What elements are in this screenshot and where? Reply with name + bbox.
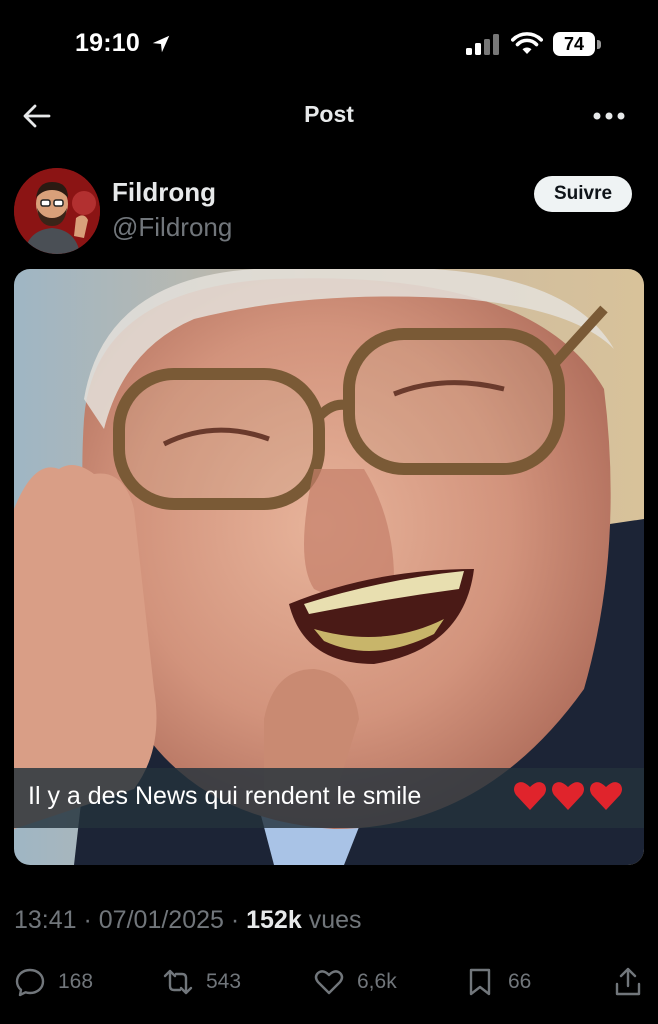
battery-tip — [597, 40, 601, 49]
wifi-icon — [511, 32, 543, 54]
reply-icon — [15, 968, 45, 997]
repost-icon — [163, 969, 193, 995]
hearts-emoji-icon — [514, 782, 622, 810]
meta-separator: · — [76, 906, 99, 934]
more-icon[interactable] — [592, 110, 626, 122]
post-image[interactable]: Il y a des News qui rendent le smile — [14, 269, 644, 865]
reply-button[interactable]: 168 — [14, 960, 93, 1004]
like-button[interactable]: 6,6k — [313, 960, 397, 1004]
bookmark-button[interactable]: 66 — [464, 960, 531, 1004]
repost-button[interactable]: 543 — [162, 960, 241, 1004]
like-count: 6,6k — [357, 970, 397, 993]
repost-count: 543 — [206, 970, 242, 993]
reply-count: 168 — [58, 970, 94, 993]
bookmark-icon — [469, 968, 491, 996]
post-time: 13:41 — [14, 906, 77, 934]
status-time: 19:10 — [75, 29, 140, 57]
avatar-illustration — [14, 168, 100, 254]
post-date: 07/01/2025 — [98, 906, 224, 934]
location-arrow-icon — [152, 35, 170, 53]
meta-separator: · — [223, 906, 247, 934]
battery-level: 74 — [553, 32, 595, 56]
page-title: Post — [304, 101, 354, 127]
like-icon — [314, 970, 344, 995]
author-handle: @Fildrong — [112, 212, 233, 242]
image-caption: Il y a des News qui rendent le smile — [28, 782, 422, 810]
bookmark-count: 66 — [508, 970, 532, 993]
author-name[interactable]: Fildrong — [112, 177, 216, 208]
share-button[interactable] — [612, 960, 644, 1004]
post-meta: 13:41 · 07/01/2025 · 152k vues — [14, 906, 362, 935]
author-avatar[interactable] — [14, 168, 100, 254]
share-icon — [615, 967, 641, 996]
follow-button[interactable]: Suivre — [534, 176, 632, 212]
cellular-signal-icon — [466, 34, 499, 55]
views-label: vues — [308, 906, 362, 934]
views-count: 152k — [246, 906, 302, 934]
